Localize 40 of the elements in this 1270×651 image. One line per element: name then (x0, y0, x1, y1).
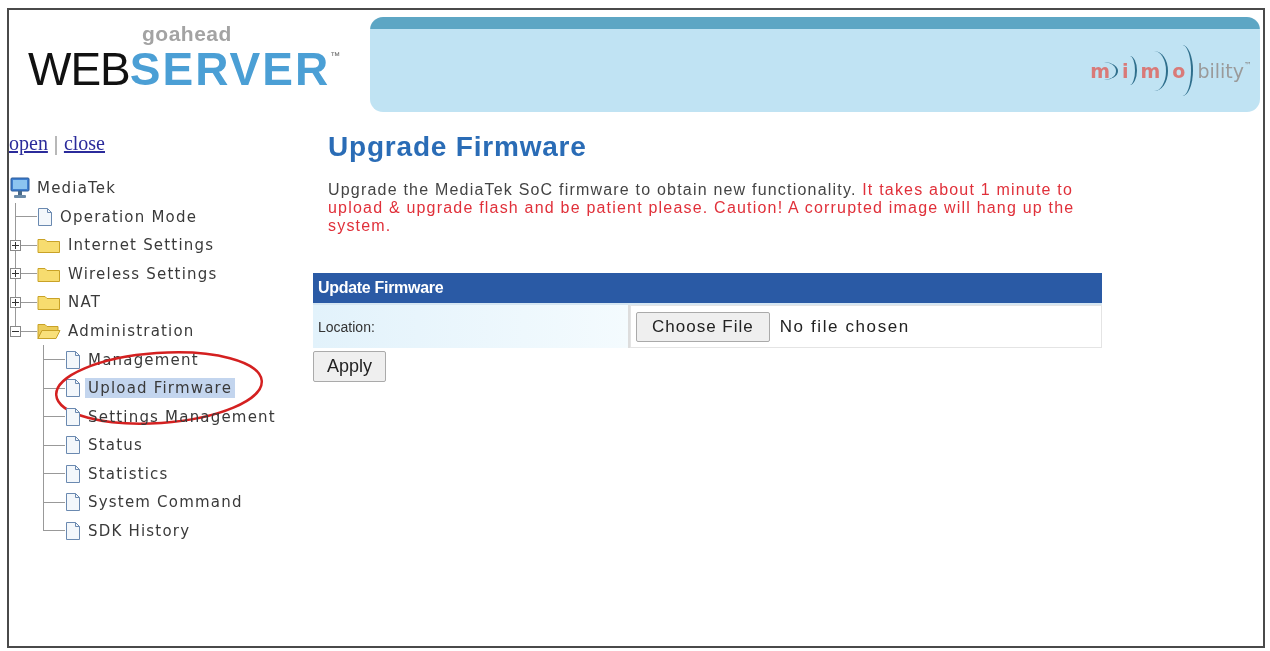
file-status-text: No file chosen (779, 316, 910, 337)
tree-item[interactable]: NAT (65, 292, 105, 313)
logo-subtitle: goahead (142, 22, 232, 46)
expand-icon[interactable] (10, 239, 21, 251)
page-icon (65, 492, 81, 513)
choose-file-button[interactable]: Choose File (636, 311, 770, 342)
section-header: Update Firmware (313, 273, 1102, 305)
page-icon (65, 349, 81, 370)
folder-icon (37, 293, 61, 312)
page-icon (65, 463, 81, 484)
tree-item[interactable]: System Command (85, 492, 246, 513)
description-text: Upgrade the MediaTek SoC firmware to obtain new functionality. It takes about 1 minute to upload & upgrade flash and be patient please. Caution! A corrupted image will hang up the system. (328, 181, 1076, 235)
open-folder-icon (37, 322, 61, 340)
partner-logo: m i m o bility™ (1090, 45, 1252, 96)
sidebar-link[interactable]: open (9, 130, 48, 156)
page-title: Upgrade Firmware (328, 131, 588, 162)
field-label: Location: (313, 305, 630, 348)
tree-item[interactable]: Internet Settings (65, 235, 218, 256)
tree-item[interactable]: Wireless Settings (65, 263, 221, 284)
page-icon (65, 520, 81, 541)
logo-wordmark: WEBSERVER™ (28, 46, 341, 92)
page-icon (65, 435, 81, 456)
link-separator: | (53, 131, 58, 156)
computer-icon (10, 177, 30, 200)
tree-item[interactable]: Administration (65, 321, 198, 341)
apply-button[interactable]: Apply (313, 351, 387, 382)
page-icon (65, 378, 81, 399)
tree-item[interactable]: Upload Firmware (85, 378, 236, 399)
tree-item[interactable]: SDK History (85, 520, 194, 541)
tree-item[interactable]: Operation Mode (57, 206, 201, 227)
tree-item[interactable]: MediaTek (34, 178, 120, 199)
collapse-icon[interactable] (10, 325, 21, 337)
tree-item[interactable]: Statistics (85, 463, 172, 484)
page-icon (37, 206, 53, 227)
page-icon (65, 406, 81, 427)
folder-icon (37, 236, 61, 255)
expand-icon[interactable] (10, 296, 21, 308)
expand-icon[interactable] (10, 268, 21, 280)
tree-item[interactable]: Status (85, 435, 146, 456)
sidebar-link[interactable]: close (63, 130, 105, 156)
